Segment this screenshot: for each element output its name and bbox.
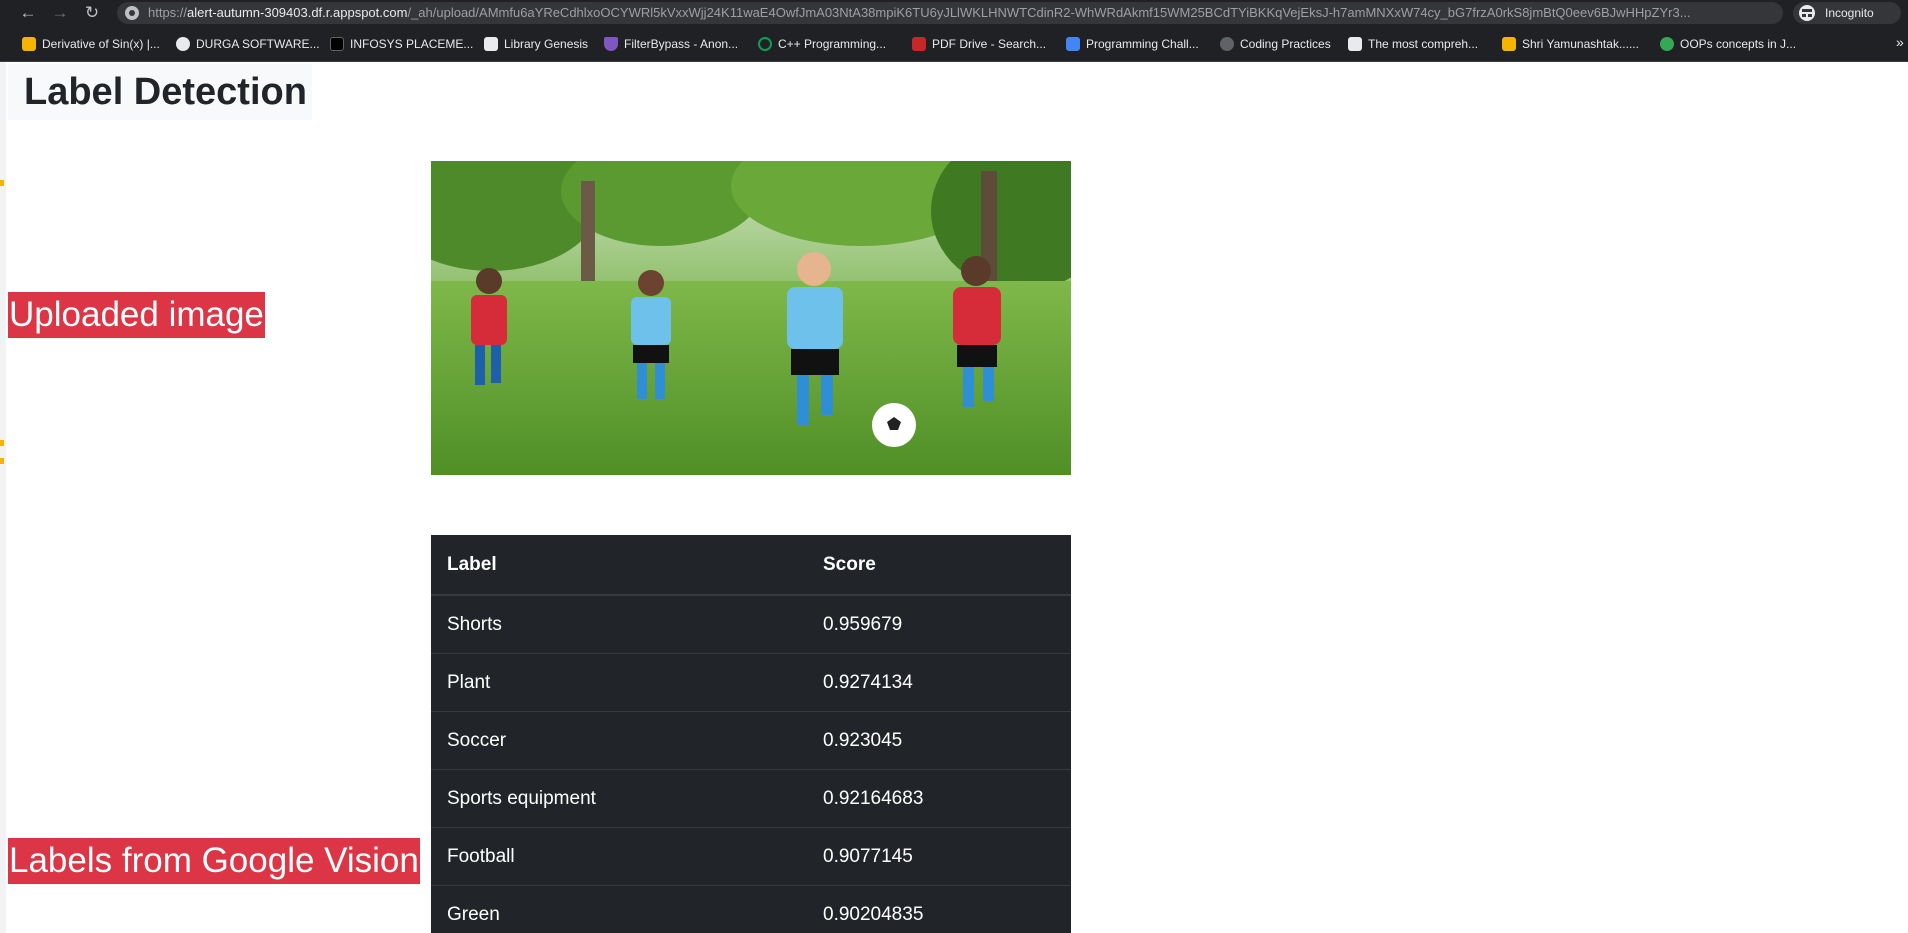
bookmark-item[interactable]: The most compreh... <box>1348 35 1478 53</box>
score-cell: 0.923045 <box>807 711 1071 770</box>
bookmark-favicon-icon <box>484 37 498 51</box>
bookmark-label: Library Genesis <box>504 37 589 51</box>
bookmarks-bar: Derivative of Sin(x) |... DURGA SOFTWARE… <box>0 26 1908 62</box>
incognito-icon <box>1799 5 1815 21</box>
bookmark-favicon-icon <box>176 37 190 51</box>
bookmark-favicon-icon <box>1348 37 1362 51</box>
label-cell: Shorts <box>431 594 807 654</box>
more-bookmarks-icon[interactable]: » <box>1896 34 1904 50</box>
bookmark-label: Coding Practices <box>1240 37 1331 51</box>
labels-heading: Labels from Google Vision <box>8 838 420 884</box>
reload-icon[interactable]: ↻ <box>82 3 102 23</box>
bookmark-item[interactable]: INFOSYS PLACEME... <box>330 35 473 53</box>
address-bar[interactable]: https://alert-autumn-309403.df.r.appspot… <box>117 2 1783 24</box>
label-cell: Green <box>431 885 807 933</box>
table-row: Green 0.90204835 <box>431 885 1071 933</box>
label-cell: Plant <box>431 653 807 712</box>
bookmark-favicon-icon <box>1502 37 1516 51</box>
table-row: Football 0.9077145 <box>431 827 1071 886</box>
bookmark-item[interactable]: DURGA SOFTWARE... <box>176 35 320 53</box>
pdf-icon <box>912 37 926 51</box>
table-row: Plant 0.9274134 <box>431 653 1071 712</box>
bookmark-item[interactable]: Shri Yamunashtak...... <box>1502 35 1639 53</box>
bookmark-favicon-icon <box>1066 37 1080 51</box>
label-cell: Football <box>431 827 807 886</box>
bookmark-item[interactable]: PDF Drive - Search... <box>912 35 1046 53</box>
bookmark-favicon-icon <box>1660 37 1674 51</box>
bookmark-label: DURGA SOFTWARE... <box>196 37 320 51</box>
labels-table: Label Score Shorts 0.959679 Plant 0.9274… <box>431 535 1071 933</box>
table-row: Soccer 0.923045 <box>431 711 1071 770</box>
incognito-badge[interactable]: Incognito <box>1793 2 1901 24</box>
table-row: Shorts 0.959679 <box>431 594 1071 654</box>
github-icon <box>1220 37 1234 51</box>
forward-arrow-icon[interactable]: → <box>50 3 70 23</box>
label-cell: Soccer <box>431 711 807 770</box>
shield-icon <box>604 37 618 51</box>
browser-toolbar: ← → ↻ https://alert-autumn-309403.df.r.a… <box>0 0 1908 26</box>
bookmark-label: PDF Drive - Search... <box>932 37 1047 51</box>
bookmark-item[interactable]: Derivative of Sin(x) |... <box>22 35 160 53</box>
bookmark-label: Shri Yamunashtak...... <box>1522 37 1639 51</box>
column-header-label: Label <box>431 535 807 596</box>
score-cell: 0.9274134 <box>807 653 1071 712</box>
page-title: Label Detection <box>8 64 312 120</box>
score-cell: 0.90204835 <box>807 885 1071 933</box>
bookmark-item[interactable]: Coding Practices <box>1220 35 1331 53</box>
table-header-row: Label Score <box>431 535 1071 596</box>
incognito-label: Incognito <box>1825 6 1874 20</box>
back-arrow-icon[interactable]: ← <box>18 3 38 23</box>
table-row: Sports equipment 0.92164683 <box>431 769 1071 828</box>
bookmark-item[interactable]: C++ Programming... <box>758 35 886 53</box>
score-cell: 0.9077145 <box>807 827 1071 886</box>
uploaded-image-heading: Uploaded image <box>8 292 265 338</box>
column-header-score: Score <box>807 535 1071 596</box>
bookmark-item[interactable]: FilterBypass - Anon... <box>604 35 738 53</box>
uploaded-image <box>431 161 1071 475</box>
bookmark-item[interactable]: Library Genesis <box>484 35 588 53</box>
score-cell: 0.959679 <box>807 594 1071 654</box>
url-domain: alert-autumn-309403.df.r.appspot.com <box>187 5 408 20</box>
left-edge-strip <box>0 62 6 933</box>
bookmark-favicon-icon <box>758 37 772 51</box>
bookmark-label: C++ Programming... <box>778 37 887 51</box>
bookmark-label: Derivative of Sin(x) |... <box>42 37 160 51</box>
url-path: /_ah/upload/AMmfu6aYReCdhlxoOCYWRl5kVxxW… <box>407 5 1691 20</box>
url-scheme: https:// <box>148 5 188 20</box>
bookmark-label: Programming Chall... <box>1086 37 1199 51</box>
bookmark-label: FilterBypass - Anon... <box>624 37 739 51</box>
site-info-icon[interactable] <box>125 6 139 20</box>
bookmark-favicon-icon <box>330 37 344 51</box>
score-cell: 0.92164683 <box>807 769 1071 828</box>
label-cell: Sports equipment <box>431 769 807 828</box>
bookmark-item[interactable]: Programming Chall... <box>1066 35 1199 53</box>
bookmark-label: OOPs concepts in J... <box>1680 37 1797 51</box>
bookmark-favicon-icon <box>22 37 36 51</box>
bookmark-label: INFOSYS PLACEME... <box>350 37 474 51</box>
soccer-kids-photo <box>431 161 1071 475</box>
url-text[interactable]: https://alert-autumn-309403.df.r.appspot… <box>148 5 1768 21</box>
bookmark-label: The most compreh... <box>1368 37 1479 51</box>
bookmark-item[interactable]: OOPs concepts in J... <box>1660 35 1796 53</box>
